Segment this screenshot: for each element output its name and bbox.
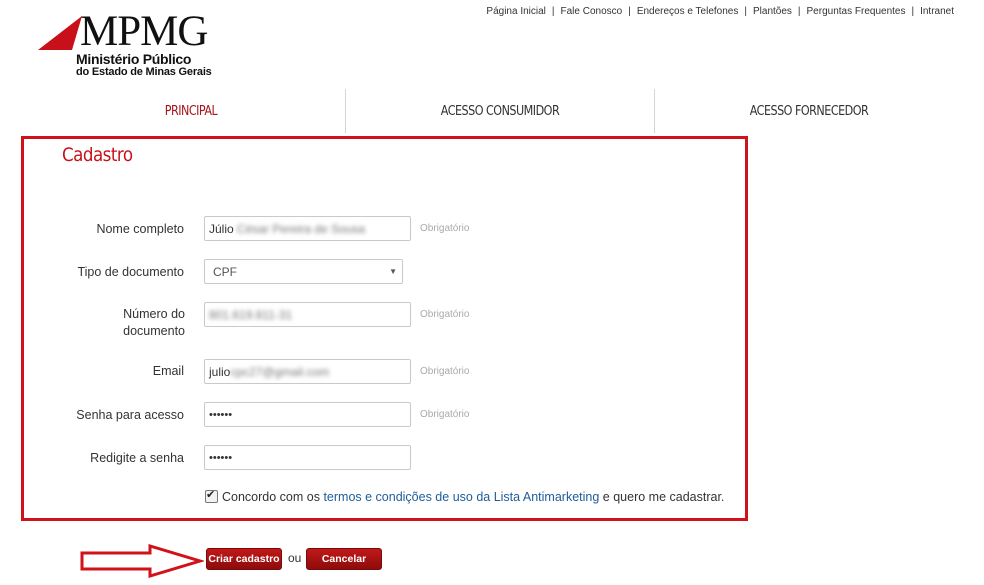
email-input[interactable]: julio cpc27@gmail.com: [204, 359, 411, 384]
tab-acesso-fornecedor[interactable]: ACESSO FORNECEDOR: [677, 89, 942, 133]
tipo-select[interactable]: CPF ▼: [204, 259, 403, 284]
email-required: Obrigatório: [420, 366, 470, 377]
senha-input[interactable]: ••••••: [204, 402, 411, 427]
link-fale-conosco[interactable]: Fale Conosco: [555, 6, 629, 17]
or-text: ou: [288, 551, 302, 565]
link-pagina-inicial[interactable]: Página Inicial: [480, 6, 551, 17]
tab-principal[interactable]: PRINCIPAL: [59, 89, 324, 133]
resenha-label: Redigite a senha: [90, 451, 184, 465]
criar-cadastro-button[interactable]: Criar cadastro: [206, 548, 282, 570]
nav-divider: [654, 89, 655, 133]
agree-suffix: e quero me cadastrar.: [602, 490, 725, 504]
nav-divider: [345, 89, 346, 133]
tab-acesso-consumidor[interactable]: ACESSO CONSUMIDOR: [368, 89, 633, 133]
cancel-button[interactable]: Cancelar: [306, 548, 382, 570]
agree-row: Concordo com os termos e condições de us…: [205, 488, 725, 504]
email-value: julio: [209, 364, 231, 379]
terms-link[interactable]: termos e condições de uso da Lista Antim…: [323, 490, 599, 504]
numero-label-line2: documento: [123, 324, 185, 338]
nome-label: Nome completo: [96, 222, 184, 236]
nome-required: Obrigatório: [420, 223, 470, 234]
link-enderecos[interactable]: Endereços e Telefones: [631, 6, 745, 17]
link-perguntas-frequentes[interactable]: Perguntas Frequentes: [801, 6, 912, 17]
tipo-value: CPF: [213, 264, 237, 279]
link-intranet[interactable]: Intranet: [914, 6, 960, 17]
agree-checkbox[interactable]: [205, 488, 218, 503]
tipo-label: Tipo de documento: [77, 265, 184, 279]
mpmg-logo[interactable]: MPMG Ministério Público do Estado de Min…: [38, 8, 228, 82]
link-plantoes[interactable]: Plantões: [747, 6, 798, 17]
email-value-blurred: cpc27@gmail.com: [230, 364, 330, 379]
main-nav: PRINCIPAL ACESSO CONSUMIDOR ACESSO FORNE…: [37, 89, 963, 133]
numero-label-line1: Número do: [123, 307, 185, 321]
numero-label: Número do documento: [123, 306, 185, 340]
resenha-input[interactable]: ••••••: [204, 445, 411, 470]
numero-required: Obrigatório: [420, 309, 470, 320]
logo-line2: do Estado de Minas Gerais: [76, 66, 212, 78]
chevron-down-icon: ▼: [389, 267, 397, 276]
email-label: Email: [152, 364, 184, 378]
agree-prefix: Concordo com os: [222, 490, 320, 504]
senha-label: Senha para acesso: [76, 408, 184, 422]
nome-input[interactable]: Júlio César Pereira de Sousa: [204, 216, 411, 241]
logo-triangle-icon: [38, 16, 82, 50]
top-links: Página Inicial | Fale Conosco | Endereço…: [480, 6, 960, 17]
nome-value-blurred: César Pereira de Sousa: [237, 221, 366, 236]
arrow-right-icon: [80, 544, 204, 578]
logo-line1: Ministério Público: [76, 51, 192, 67]
numero-input[interactable]: 801.619.811-31: [204, 302, 411, 327]
nome-value: Júlio: [209, 221, 234, 236]
resenha-value: ••••••: [209, 451, 233, 464]
logo-acronym: MPMG: [80, 8, 208, 55]
senha-value: ••••••: [209, 408, 233, 421]
senha-required: Obrigatório: [420, 409, 470, 420]
form-title: Cadastro: [62, 144, 133, 166]
numero-value-blurred: 801.619.811-31: [209, 307, 293, 322]
